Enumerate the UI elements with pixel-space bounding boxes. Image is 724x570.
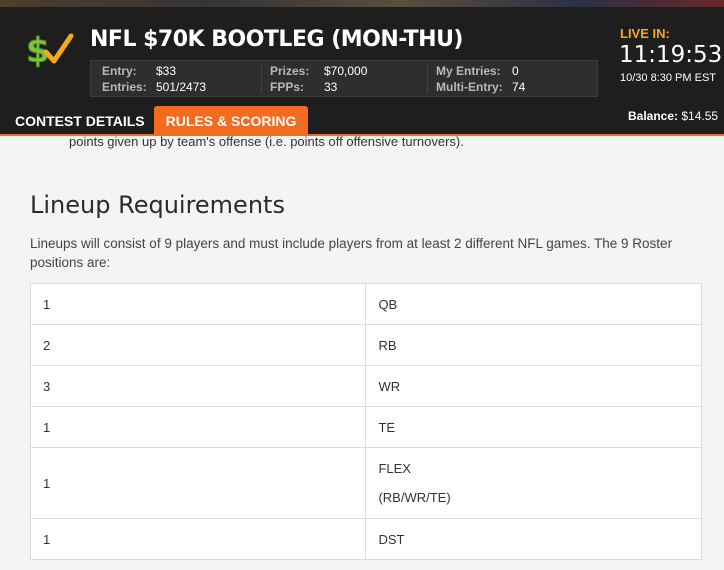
my-entries: My Entries: 0: [436, 64, 519, 78]
position-name: WR: [365, 365, 702, 407]
table-row: 1 QB: [29, 283, 702, 325]
countdown-timer: 11:19:53: [619, 42, 723, 68]
entry-fee: Entry: $33: [102, 64, 177, 78]
position-name: DST: [365, 518, 702, 560]
flex-eligible-positions: (RB/WR/TE): [378, 490, 451, 505]
contest-info-panel: Entry: $33 Entries: 501/2473 Prizes: $70,00…: [90, 60, 598, 97]
position-name: TE: [365, 406, 702, 448]
balance-value: $14.55: [681, 109, 719, 123]
tab-contest-details[interactable]: CONTEST DETAILS: [15, 106, 145, 136]
contest-header: $ NFL $70K BOOTLEG (MON-THU) Entry: $33 E…: [0, 0, 724, 136]
tab-rules-scoring[interactable]: RULES & SCORING: [154, 106, 308, 136]
multi-entry: Multi-Entry: 74: [436, 80, 526, 94]
divider: [261, 64, 262, 93]
flex-position-label: FLEX: [378, 461, 411, 476]
table-row: 3 WR: [29, 365, 702, 407]
position-name: QB: [365, 283, 702, 325]
header-banner-strip: [0, 0, 724, 7]
live-in-label: LIVE IN:: [620, 26, 670, 41]
table-row: 1 FLEX (RB/WR/TE): [29, 447, 702, 519]
position-count: 2: [29, 324, 367, 366]
divider: [427, 64, 428, 93]
rules-content: points given up by team's offense (i.e. …: [0, 134, 724, 570]
entries-count: Entries: 501/2473: [102, 80, 207, 94]
section-heading: Lineup Requirements: [30, 191, 285, 219]
position-count: 1: [29, 283, 367, 325]
balance-label: Balance:: [628, 109, 679, 123]
position-count: 1: [29, 447, 367, 519]
position-name: RB: [365, 324, 702, 366]
dollar-check-logo-icon: $: [26, 31, 74, 68]
svg-text:$: $: [26, 31, 50, 68]
table-row: 1 TE: [29, 406, 702, 448]
fpps: FPPs: 33: [270, 80, 338, 94]
lineup-intro: Lineups will consist of 9 players and mu…: [30, 236, 673, 270]
account-balance: Balance: $14.55: [628, 109, 718, 123]
position-count: 1: [29, 406, 367, 448]
contest-title: NFL $70K BOOTLEG (MON-THU): [90, 27, 464, 52]
roster-table: 1 QB 2 RB 3 WR 1 TE 1 FLEX (RB/WR/TE) 1 …: [29, 283, 702, 560]
position-name: FLEX (RB/WR/TE): [365, 447, 702, 519]
table-row: 2 RB: [29, 324, 702, 366]
start-time: 10/30 8:30 PM EST: [620, 72, 716, 84]
previous-rule-text: points given up by team's offense (i.e. …: [69, 134, 464, 149]
prizes: Prizes: $70,000: [270, 64, 368, 78]
position-count: 3: [29, 365, 367, 407]
table-row: 1 DST: [29, 518, 702, 560]
position-count: 1: [29, 518, 367, 560]
